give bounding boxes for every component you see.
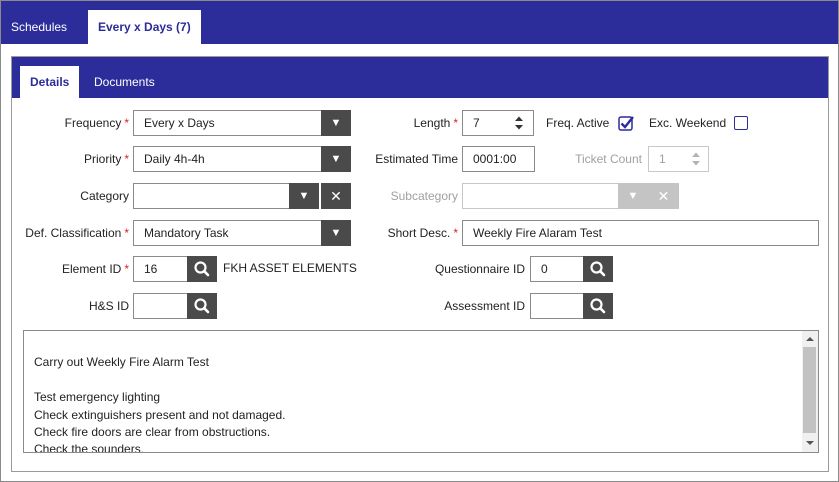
description-text: Carry out Weekly Fire Alarm Test Test em… <box>34 355 286 453</box>
hs-id-label: H&S ID <box>88 299 129 313</box>
scroll-up-icon[interactable] <box>805 335 815 343</box>
hs-id-input[interactable] <box>133 293 188 319</box>
details-panel: Details Documents Frequency * Every x Day… <box>11 56 829 472</box>
assessment-id-label: Assessment ID <box>444 299 525 313</box>
short-desc-input[interactable]: Weekly Fire Alaram Test <box>462 220 819 246</box>
subcategory-label: Subcategory <box>390 189 458 203</box>
freq-active-label: Freq. Active <box>546 116 610 130</box>
assessment-id-search-button[interactable] <box>583 293 613 319</box>
def-classification-label: Def. Classification * <box>25 226 129 240</box>
priority-select[interactable]: Daily 4h-4h <box>133 146 322 172</box>
close-icon: ✕ <box>657 188 670 204</box>
estimated-time-input[interactable]: 0001:00 <box>462 146 535 172</box>
tab-schedules[interactable]: Schedules <box>1 10 77 44</box>
frequency-dropdown-button[interactable]: ▼ <box>321 110 351 136</box>
caret-down-icon: ▼ <box>330 227 342 239</box>
subcategory-clear-button: ✕ <box>648 183 679 209</box>
element-id-description: FKH ASSET ELEMENTS <box>223 261 357 275</box>
assessment-id-input[interactable] <box>530 293 584 319</box>
estimated-time-label: Estimated Time <box>375 152 458 166</box>
priority-dropdown-button[interactable]: ▼ <box>321 146 351 172</box>
subcategory-dropdown-button: ▼ <box>618 183 648 209</box>
caret-down-icon: ▼ <box>298 190 310 202</box>
tab-documents[interactable]: Documents <box>84 66 165 98</box>
element-id-search-button[interactable] <box>187 256 217 282</box>
spinner-arrows-icon <box>692 152 700 166</box>
length-label: Length * <box>413 116 458 130</box>
hs-id-search-button[interactable] <box>187 293 217 319</box>
tab-details[interactable]: Details <box>20 66 80 98</box>
scroll-down-icon[interactable] <box>805 439 815 447</box>
category-dropdown-button[interactable]: ▼ <box>289 183 319 209</box>
element-id-label: Element ID * <box>61 262 129 276</box>
caret-down-icon: ▼ <box>330 117 342 129</box>
exc-weekend-checkbox[interactable] <box>734 116 748 130</box>
inner-tab-bar: Details Documents <box>12 57 828 98</box>
category-label: Category <box>80 189 129 203</box>
questionnaire-id-search-button[interactable] <box>583 256 613 282</box>
caret-down-icon: ▼ <box>627 190 639 202</box>
questionnaire-id-label: Questionnaire ID <box>434 262 525 276</box>
def-classification-dropdown-button[interactable]: ▼ <box>321 220 351 246</box>
element-id-input[interactable]: 16 <box>133 256 188 282</box>
search-icon <box>590 298 606 314</box>
def-classification-select[interactable]: Mandatory Task <box>133 220 322 246</box>
checkmark-icon <box>618 116 634 131</box>
close-icon: ✕ <box>330 188 342 204</box>
exc-weekend-label: Exc. Weekend <box>649 116 727 130</box>
search-icon <box>194 261 210 277</box>
ticket-count-label: Ticket Count <box>575 152 642 166</box>
category-select[interactable] <box>133 183 290 209</box>
description-scrollbar[interactable] <box>802 331 818 452</box>
spinner-arrows-icon[interactable] <box>512 114 526 132</box>
questionnaire-id-input[interactable]: 0 <box>530 256 584 282</box>
priority-label: Priority * <box>83 152 129 166</box>
search-icon <box>194 298 210 314</box>
description-textarea[interactable]: Carry out Weekly Fire Alarm Test Test em… <box>23 330 819 453</box>
scrollbar-thumb[interactable] <box>803 347 816 433</box>
top-tab-bar: Schedules Every x Days (7) <box>1 1 838 44</box>
caret-down-icon: ▼ <box>330 153 342 165</box>
subcategory-select <box>462 183 619 209</box>
freq-active-checkbox[interactable] <box>618 116 634 131</box>
frequency-select[interactable]: Every x Days <box>133 110 322 136</box>
frequency-label: Frequency * <box>64 116 129 130</box>
tab-every-x-days[interactable]: Every x Days (7) <box>88 10 201 44</box>
schedule-window: Schedules Every x Days (7) Details Docum… <box>0 0 839 482</box>
category-clear-button[interactable]: ✕ <box>321 183 351 209</box>
search-icon <box>590 261 606 277</box>
short-desc-label: Short Desc. * <box>387 226 458 240</box>
